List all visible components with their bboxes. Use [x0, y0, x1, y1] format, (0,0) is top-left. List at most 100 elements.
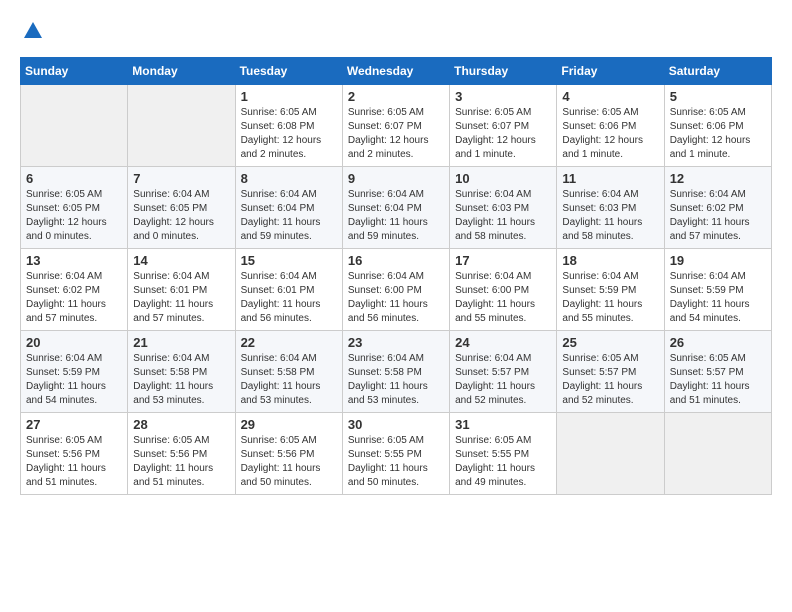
day-cell: 26 Sunrise: 6:05 AMSunset: 5:57 PMDayligh…	[664, 331, 771, 413]
day-number: 26	[670, 335, 766, 350]
day-cell: 8Sunrise: 6:04 AMSunset: 6:04 PMDaylight…	[235, 167, 342, 249]
day-cell: 5 Sunrise: 6:05 AMSunset: 6:06 PMDaylight…	[664, 85, 771, 167]
day-cell	[21, 85, 128, 167]
calendar-table: SundayMondayTuesdayWednesdayThursdayFrid…	[20, 57, 772, 495]
day-info: Sunrise: 6:04 AMSunset: 6:04 PMDaylight:…	[241, 188, 337, 244]
day-number: 13	[26, 253, 122, 268]
week-row-0: 1 Sunrise: 6:05 AMSunset: 6:08 PMDaylight…	[21, 85, 772, 167]
day-info: Sunrise: 6:04 AMSunset: 5:58 PMDaylight:…	[348, 352, 444, 408]
week-row-3: 20 Sunrise: 6:04 AMSunset: 5:59 PMDayligh…	[21, 331, 772, 413]
day-info: Sunrise: 6:05 AMSunset: 6:08 PMDaylight:…	[241, 106, 337, 162]
day-cell: 6 Sunrise: 6:05 AMSunset: 6:05 PMDaylight…	[21, 167, 128, 249]
day-cell: 17 Sunrise: 6:04 AMSunset: 6:00 PMDayligh…	[450, 249, 557, 331]
day-info: Sunrise: 6:05 AMSunset: 5:56 PMDaylight:…	[26, 434, 122, 490]
day-number: 20	[26, 335, 122, 350]
day-info: Sunrise: 6:05 AMSunset: 5:56 PMDaylight:…	[241, 434, 337, 490]
calendar-header: SundayMondayTuesdayWednesdayThursdayFrid…	[21, 58, 772, 85]
day-number: 31	[455, 417, 551, 432]
logo-icon	[22, 20, 44, 47]
day-number: 9	[348, 171, 444, 186]
day-cell: 20 Sunrise: 6:04 AMSunset: 5:59 PMDayligh…	[21, 331, 128, 413]
day-cell: 22 Sunrise: 6:04 AMSunset: 5:58 PMDayligh…	[235, 331, 342, 413]
day-info: Sunrise: 6:05 AMSunset: 6:06 PMDaylight:…	[562, 106, 658, 162]
day-cell	[128, 85, 235, 167]
day-number: 6	[26, 171, 122, 186]
header-cell-friday: Friday	[557, 58, 664, 85]
day-number: 29	[241, 417, 337, 432]
day-cell: 16 Sunrise: 6:04 AMSunset: 6:00 PMDayligh…	[342, 249, 449, 331]
day-info: Sunrise: 6:05 AMSunset: 5:55 PMDaylight:…	[455, 434, 551, 490]
day-cell: 1 Sunrise: 6:05 AMSunset: 6:08 PMDaylight…	[235, 85, 342, 167]
day-info: Sunrise: 6:05 AMSunset: 5:55 PMDaylight:…	[348, 434, 444, 490]
header-cell-tuesday: Tuesday	[235, 58, 342, 85]
page-header	[20, 20, 772, 47]
day-cell: 9 Sunrise: 6:04 AMSunset: 6:04 PMDaylight…	[342, 167, 449, 249]
day-cell: 24Sunrise: 6:04 AMSunset: 5:57 PMDayligh…	[450, 331, 557, 413]
day-cell: 18Sunrise: 6:04 AMSunset: 5:59 PMDayligh…	[557, 249, 664, 331]
logo	[20, 20, 44, 47]
day-number: 25	[562, 335, 658, 350]
day-cell: 4Sunrise: 6:05 AMSunset: 6:06 PMDaylight…	[557, 85, 664, 167]
header-cell-monday: Monday	[128, 58, 235, 85]
day-info: Sunrise: 6:04 AMSunset: 6:04 PMDaylight:…	[348, 188, 444, 244]
week-row-4: 27 Sunrise: 6:05 AMSunset: 5:56 PMDayligh…	[21, 413, 772, 495]
day-cell: 10Sunrise: 6:04 AMSunset: 6:03 PMDayligh…	[450, 167, 557, 249]
day-info: Sunrise: 6:05 AMSunset: 6:07 PMDaylight:…	[348, 106, 444, 162]
day-number: 11	[562, 171, 658, 186]
day-number: 16	[348, 253, 444, 268]
week-row-1: 6 Sunrise: 6:05 AMSunset: 6:05 PMDaylight…	[21, 167, 772, 249]
day-cell: 27 Sunrise: 6:05 AMSunset: 5:56 PMDayligh…	[21, 413, 128, 495]
day-number: 27	[26, 417, 122, 432]
day-cell: 14Sunrise: 6:04 AMSunset: 6:01 PMDayligh…	[128, 249, 235, 331]
day-info: Sunrise: 6:05 AMSunset: 5:56 PMDaylight:…	[133, 434, 229, 490]
header-cell-saturday: Saturday	[664, 58, 771, 85]
day-number: 17	[455, 253, 551, 268]
day-info: Sunrise: 6:04 AMSunset: 6:05 PMDaylight:…	[133, 188, 229, 244]
week-row-2: 13 Sunrise: 6:04 AMSunset: 6:02 PMDayligh…	[21, 249, 772, 331]
day-cell: 2 Sunrise: 6:05 AMSunset: 6:07 PMDaylight…	[342, 85, 449, 167]
day-info: Sunrise: 6:04 AMSunset: 6:03 PMDaylight:…	[562, 188, 658, 244]
day-number: 21	[133, 335, 229, 350]
day-number: 30	[348, 417, 444, 432]
day-info: Sunrise: 6:04 AMSunset: 5:57 PMDaylight:…	[455, 352, 551, 408]
day-cell	[664, 413, 771, 495]
calendar-body: 1 Sunrise: 6:05 AMSunset: 6:08 PMDaylight…	[21, 85, 772, 495]
day-info: Sunrise: 6:04 AMSunset: 6:00 PMDaylight:…	[455, 270, 551, 326]
day-info: Sunrise: 6:04 AMSunset: 6:00 PMDaylight:…	[348, 270, 444, 326]
day-info: Sunrise: 6:04 AMSunset: 5:59 PMDaylight:…	[562, 270, 658, 326]
day-info: Sunrise: 6:04 AMSunset: 6:01 PMDaylight:…	[241, 270, 337, 326]
day-cell: 12Sunrise: 6:04 AMSunset: 6:02 PMDayligh…	[664, 167, 771, 249]
day-info: Sunrise: 6:04 AMSunset: 5:58 PMDaylight:…	[133, 352, 229, 408]
day-cell: 15Sunrise: 6:04 AMSunset: 6:01 PMDayligh…	[235, 249, 342, 331]
day-cell: 3Sunrise: 6:05 AMSunset: 6:07 PMDaylight…	[450, 85, 557, 167]
day-info: Sunrise: 6:05 AMSunset: 5:57 PMDaylight:…	[562, 352, 658, 408]
day-cell: 25 Sunrise: 6:05 AMSunset: 5:57 PMDayligh…	[557, 331, 664, 413]
day-number: 5	[670, 89, 766, 104]
day-info: Sunrise: 6:04 AMSunset: 5:58 PMDaylight:…	[241, 352, 337, 408]
day-cell	[557, 413, 664, 495]
day-info: Sunrise: 6:04 AMSunset: 6:02 PMDaylight:…	[670, 188, 766, 244]
day-info: Sunrise: 6:04 AMSunset: 6:02 PMDaylight:…	[26, 270, 122, 326]
day-cell: 7 Sunrise: 6:04 AMSunset: 6:05 PMDaylight…	[128, 167, 235, 249]
day-cell: 31 Sunrise: 6:05 AMSunset: 5:55 PMDayligh…	[450, 413, 557, 495]
day-number: 10	[455, 171, 551, 186]
header-cell-thursday: Thursday	[450, 58, 557, 85]
day-info: Sunrise: 6:04 AMSunset: 5:59 PMDaylight:…	[670, 270, 766, 326]
day-number: 2	[348, 89, 444, 104]
day-info: Sunrise: 6:05 AMSunset: 6:06 PMDaylight:…	[670, 106, 766, 162]
day-info: Sunrise: 6:04 AMSunset: 6:01 PMDaylight:…	[133, 270, 229, 326]
day-number: 7	[133, 171, 229, 186]
day-number: 1	[241, 89, 337, 104]
day-cell: 21 Sunrise: 6:04 AMSunset: 5:58 PMDayligh…	[128, 331, 235, 413]
day-cell: 30 Sunrise: 6:05 AMSunset: 5:55 PMDayligh…	[342, 413, 449, 495]
header-cell-sunday: Sunday	[21, 58, 128, 85]
day-number: 19	[670, 253, 766, 268]
day-cell: 19 Sunrise: 6:04 AMSunset: 5:59 PMDayligh…	[664, 249, 771, 331]
day-cell: 23Sunrise: 6:04 AMSunset: 5:58 PMDayligh…	[342, 331, 449, 413]
day-cell: 11 Sunrise: 6:04 AMSunset: 6:03 PMDayligh…	[557, 167, 664, 249]
day-info: Sunrise: 6:05 AMSunset: 6:05 PMDaylight:…	[26, 188, 122, 244]
day-info: Sunrise: 6:04 AMSunset: 5:59 PMDaylight:…	[26, 352, 122, 408]
day-cell: 28Sunrise: 6:05 AMSunset: 5:56 PMDayligh…	[128, 413, 235, 495]
day-info: Sunrise: 6:05 AMSunset: 5:57 PMDaylight:…	[670, 352, 766, 408]
day-number: 22	[241, 335, 337, 350]
